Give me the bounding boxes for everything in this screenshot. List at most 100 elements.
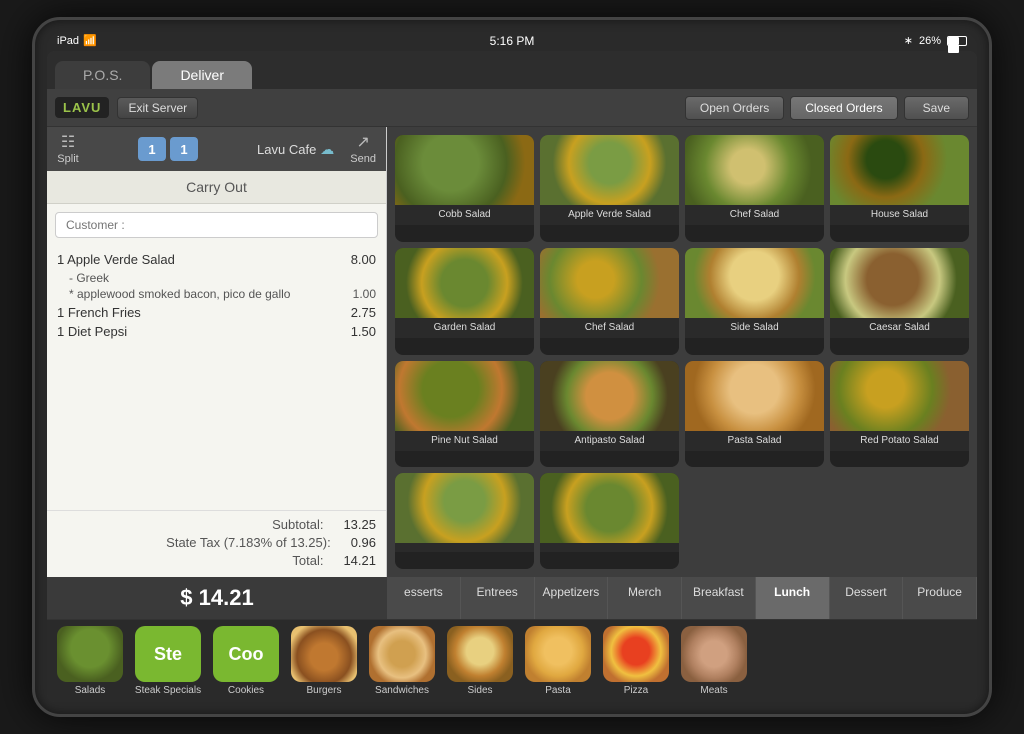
customer-input[interactable] [55,212,378,238]
time-display: 5:16 PM [490,34,535,48]
send-button[interactable]: ↗ Send [350,133,376,165]
table-numbers: 1 1 [87,137,249,161]
sub-item-meats[interactable]: Meats [679,626,749,696]
menu-item-label: Side Salad [685,318,824,338]
cat-tab-entrees[interactable]: Entrees [461,577,535,619]
menu-item-11[interactable]: Pasta Salad [685,361,824,468]
subcategory-bar: Salads Ste Steak Specials Coo Cookies Bu… [47,619,977,702]
subtotal-label: Subtotal: [272,517,323,532]
menu-item-image [540,473,679,543]
menu-item-label [540,543,679,552]
menu-item-label: Antipasto Salad [540,431,679,451]
status-bar: iPad 📶 5:16 PM ∗ 26% [47,32,977,51]
sub-item-pasta[interactable]: Pasta [523,626,593,696]
sub-item-salads[interactable]: Salads [55,626,125,696]
menu-item-image [395,248,534,318]
tab-pos[interactable]: P.O.S. [55,61,150,89]
order-items: 1 Apple Verde Salad 8.00 - Greek * apple… [47,246,386,510]
sub-item-image [291,626,357,682]
toolbar-right: Open Orders Closed Orders Save [685,96,969,120]
tax-row: State Tax (7.183% of 13.25): 0.96 [57,535,376,550]
sub-item-image [369,626,435,682]
sub-item-label: Pasta [545,685,571,696]
sub-item-label: Cookies [228,685,264,696]
closed-orders-button[interactable]: Closed Orders [790,96,897,120]
item-name: 1 Diet Pepsi [57,324,127,339]
sub-item-image [603,626,669,682]
menu-item-label: Garden Salad [395,318,534,338]
menu-item-13[interactable] [395,473,534,569]
menu-item-9[interactable]: Pine Nut Salad [395,361,534,468]
cat-tab-produce[interactable]: Produce [903,577,977,619]
menu-item-label [395,543,534,552]
split-button[interactable]: ☷ Split [57,133,79,165]
order-item[interactable]: 1 French Fries 2.75 [57,305,376,320]
ipad-frame: iPad 📶 5:16 PM ∗ 26% P.O.S. Deliver LAVU… [32,17,992,717]
item-name: 1 French Fries [57,305,141,320]
tab-deliver[interactable]: Deliver [152,61,252,89]
sub-item-pizza[interactable]: Pizza [601,626,671,696]
menu-item-image [395,361,534,431]
battery-percent: 26% [919,35,941,47]
subtotal-row: Subtotal: 13.25 [57,517,376,532]
order-totals: Subtotal: 13.25 State Tax (7.183% of 13.… [47,510,386,577]
menu-item-label: Apple Verde Salad [540,205,679,225]
table-number-1[interactable]: 1 [138,137,166,161]
total-display: $ 14.21 [59,585,375,611]
open-orders-button[interactable]: Open Orders [685,96,784,120]
table-number-2[interactable]: 1 [170,137,198,161]
menu-item-label: Pine Nut Salad [395,431,534,451]
cat-tab-breakfast[interactable]: Breakfast [682,577,756,619]
sub-item-image [681,626,747,682]
device-label: iPad [57,35,79,47]
bottom-area: $ 14.21 essertsEntreesAppetizersMerchBre… [47,577,977,702]
menu-item-14[interactable] [540,473,679,569]
cat-tab-desserts[interactable]: esserts [387,577,461,619]
sub-item-sides[interactable]: Sides [445,626,515,696]
cat-tab-lunch[interactable]: Lunch [756,577,830,619]
sub-item-label: Pizza [624,685,648,696]
menu-item-image [540,248,679,318]
sub-item-burgers[interactable]: Burgers [289,626,359,696]
total-row: Total: 14.21 [57,553,376,568]
menu-item-label: Chef Salad [685,205,824,225]
order-item[interactable]: 1 Apple Verde Salad 8.00 [57,252,376,267]
menu-item-3[interactable]: Chef Salad [685,135,824,242]
menu-item-label: Pasta Salad [685,431,824,451]
menu-item-4[interactable]: House Salad [830,135,969,242]
exit-server-button[interactable]: Exit Server [117,97,198,119]
menu-item-image [685,361,824,431]
cat-tab-merch[interactable]: Merch [608,577,682,619]
split-icon: ☷ [57,133,79,151]
wifi-icon: 📶 [83,34,97,47]
menu-item-7[interactable]: Side Salad [685,248,824,355]
sub-item-label: Steak Specials [135,685,201,696]
menu-item-10[interactable]: Antipasto Salad [540,361,679,468]
sub-item-image [525,626,591,682]
order-item[interactable]: 1 Diet Pepsi 1.50 [57,324,376,339]
menu-item-2[interactable]: Apple Verde Salad [540,135,679,242]
menu-panel: Cobb Salad Apple Verde Salad Chef Salad … [387,127,977,577]
menu-item-5[interactable]: Garden Salad [395,248,534,355]
cat-tab-dessert2[interactable]: Dessert [830,577,904,619]
save-button[interactable]: Save [904,96,969,120]
sub-item-cookies[interactable]: Coo Cookies [211,626,281,696]
cafe-name: Lavu Cafe [257,142,316,157]
sub-item-label: Salads [75,685,106,696]
main-content: ☷ Split 1 1 Lavu Cafe ☁ ↗ Send [47,127,977,577]
menu-item-1[interactable]: Cobb Salad [395,135,534,242]
item-addon: * applewood smoked bacon, pico de gallo … [57,287,376,301]
sub-item-sandwiches[interactable]: Sandwiches [367,626,437,696]
menu-item-image [540,135,679,205]
split-label: Split [57,153,78,165]
send-label: Send [350,153,376,165]
sub-item-label: Meats [700,685,727,696]
menu-item-image [830,135,969,205]
menu-item-label: Caesar Salad [830,318,969,338]
menu-item-8[interactable]: Caesar Salad [830,248,969,355]
cat-tab-appetizers[interactable]: Appetizers [535,577,609,619]
menu-item-12[interactable]: Red Potato Salad [830,361,969,468]
order-panel: ☷ Split 1 1 Lavu Cafe ☁ ↗ Send [47,127,387,577]
sub-item-steak[interactable]: Ste Steak Specials [133,626,203,696]
menu-item-6[interactable]: Chef Salad [540,248,679,355]
